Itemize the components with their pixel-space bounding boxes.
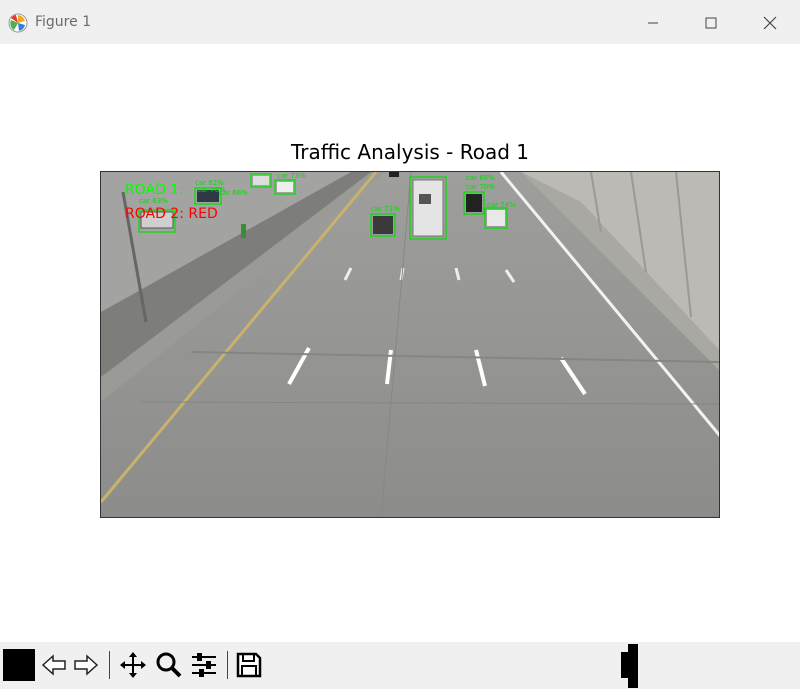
maximize-button[interactable]: [688, 8, 734, 38]
zoom-button[interactable]: [153, 647, 185, 683]
video-frame-image: ROAD 1: ROAD 2: RED car 63% car 62% car …: [100, 171, 720, 518]
window-titlebar: Figure 1: [0, 0, 800, 44]
back-button[interactable]: [40, 647, 68, 683]
configure-subplots-icon: [192, 653, 216, 677]
forward-button[interactable]: [72, 647, 100, 683]
zoom-icon: [156, 652, 182, 678]
navigation-toolbar: [0, 642, 800, 689]
road1-status: ROAD 1:: [125, 182, 184, 198]
detection-label: car 66%: [219, 189, 248, 197]
home-icon: [3, 649, 35, 681]
detection-label: car 73%: [277, 172, 306, 180]
detection-label: car 63%: [139, 197, 168, 205]
back-icon: [41, 654, 66, 676]
coordinate-readout-marker: [628, 644, 638, 688]
matplotlib-icon: [8, 13, 28, 33]
detection-label: car 74%: [487, 201, 516, 209]
toolbar-separator: [109, 651, 110, 679]
home-button[interactable]: [3, 647, 35, 683]
detection-label: car 66%: [466, 174, 495, 182]
close-icon: [763, 16, 777, 30]
maximize-icon: [705, 17, 717, 29]
configure-subplots-button[interactable]: [188, 647, 220, 683]
highway-scene: [101, 172, 719, 517]
detection-label: car 71%: [371, 205, 400, 213]
window-title: Figure 1: [35, 14, 92, 30]
pan-icon: [120, 652, 146, 678]
toolbar-separator: [227, 651, 228, 679]
forward-icon: [74, 654, 99, 676]
save-icon: [236, 652, 262, 678]
minimize-icon: [648, 22, 658, 24]
road1-label: ROAD 1:: [125, 182, 184, 198]
save-button[interactable]: [233, 647, 265, 683]
detection-label: car 70%: [466, 183, 495, 191]
pan-button[interactable]: [117, 647, 149, 683]
road2-status: ROAD 2: RED: [125, 206, 218, 222]
figure-title: Traffic Analysis - Road 1: [290, 140, 530, 164]
minimize-button[interactable]: [630, 8, 676, 38]
close-button[interactable]: [747, 8, 793, 38]
